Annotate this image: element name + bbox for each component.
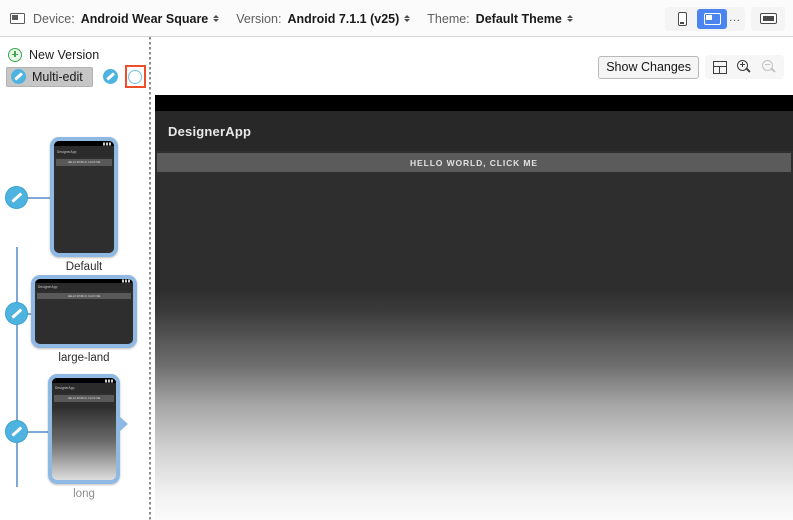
- thumb-hello-button: HELLO WORLD, CLICK ME: [37, 293, 131, 299]
- version-label: Version:: [236, 12, 281, 26]
- version-thumb-long[interactable]: DesignerApp HELLO WORLD, CLICK ME long: [48, 374, 120, 500]
- view-mode-overflow-button[interactable]: …: [727, 11, 743, 26]
- status-icons: [122, 280, 130, 283]
- thumb-hello-button-label: HELLO WORLD, CLICK ME: [68, 295, 101, 298]
- version-edit-badge[interactable]: [5, 302, 28, 325]
- thumb-app-bar: DesignerApp: [54, 146, 114, 157]
- theme-value: Default Theme: [476, 12, 562, 26]
- pencil-icon[interactable]: [103, 69, 118, 84]
- view-mode-split-button[interactable]: [697, 9, 727, 29]
- thumb-status-bar: [52, 378, 116, 383]
- preview-panel: Show Changes Desig: [152, 37, 793, 520]
- top-toolbar: Device: Android Wear Square Version: And…: [0, 0, 793, 37]
- view-mode-wide-segment: [751, 7, 785, 31]
- thumb-app-title: DesignerApp: [55, 386, 75, 390]
- preview-status-bar: [155, 95, 793, 111]
- thumb-hello-button-label: HELLO WORLD, CLICK ME: [68, 161, 101, 164]
- thumb-app-title: DesignerApp: [38, 285, 58, 289]
- version-thumb-default[interactable]: DesignerApp HELLO WORLD, CLICK ME Defaul…: [50, 137, 118, 273]
- version-thumb-large-land[interactable]: DesignerApp HELLO WORLD, CLICK ME large-…: [31, 275, 137, 364]
- view-mode-phone-button[interactable]: [667, 9, 697, 29]
- zoom-in-icon: [737, 60, 752, 75]
- version-tree: DesignerApp HELLO WORLD, CLICK ME Defaul…: [0, 95, 148, 520]
- chevron-updown-icon[interactable]: [567, 15, 573, 23]
- fit-to-window-icon: [713, 61, 727, 74]
- versions-panel: New Version Multi-edit: [0, 37, 148, 520]
- version-edit-badge[interactable]: [5, 420, 28, 443]
- thumb-app-bar: DesignerApp: [52, 383, 116, 393]
- version-edit-badge[interactable]: [5, 186, 28, 209]
- plus-circle-icon: [8, 48, 22, 62]
- thumb-hello-button-label: HELLO WORLD, CLICK ME: [68, 397, 101, 400]
- theme-combo[interactable]: Theme: Default Theme: [427, 12, 573, 26]
- chevron-updown-icon[interactable]: [213, 15, 219, 23]
- thumb-body: [52, 404, 116, 480]
- thumb-app-bar: DesignerApp: [35, 283, 133, 291]
- status-icons: [105, 379, 113, 382]
- thumb-body: [54, 168, 114, 253]
- version-thumb-label: long: [48, 488, 120, 500]
- version-thumb-frame: DesignerApp HELLO WORLD, CLICK ME: [31, 275, 137, 348]
- thumb-hello-button: HELLO WORLD, CLICK ME: [56, 159, 112, 166]
- tree-trunk-line: [16, 247, 18, 487]
- version-value: Android 7.1.1 (v25): [287, 12, 399, 26]
- pencil-icon: [11, 69, 26, 84]
- designer-window: Device: Android Wear Square Version: And…: [0, 0, 793, 520]
- selected-version-arrow: [119, 416, 128, 432]
- version-combo[interactable]: Version: Android 7.1.1 (v25): [236, 12, 410, 26]
- split-view-icon: [704, 13, 721, 25]
- preview-toolbar: Show Changes: [598, 55, 784, 79]
- zoom-out-button[interactable]: [758, 57, 781, 77]
- chevron-updown-icon[interactable]: [404, 15, 410, 23]
- multi-edit-label: Multi-edit: [32, 70, 83, 84]
- show-changes-button[interactable]: Show Changes: [598, 56, 699, 79]
- preview-app-title: DesignerApp: [168, 124, 251, 139]
- version-thumb-frame: DesignerApp HELLO WORLD, CLICK ME: [50, 137, 118, 257]
- wide-view-icon: [760, 13, 777, 24]
- device-preview[interactable]: DesignerApp HELLO WORLD, CLICK ME: [155, 95, 793, 520]
- thumb-status-bar: [35, 279, 133, 283]
- theme-label: Theme:: [427, 12, 469, 26]
- phone-portrait-icon: [678, 12, 687, 26]
- fit-to-window-button[interactable]: [708, 57, 731, 77]
- multi-edit-row: Multi-edit: [6, 66, 146, 87]
- view-mode-segment: …: [665, 7, 745, 31]
- status-icons: [103, 142, 111, 145]
- view-mode-group: …: [665, 7, 785, 31]
- zoom-in-button[interactable]: [733, 57, 756, 77]
- device-label: Device:: [33, 12, 75, 26]
- version-thumb-label: large-land: [31, 352, 137, 364]
- preview-hello-button-label: HELLO WORLD, CLICK ME: [410, 158, 538, 168]
- new-version-button[interactable]: New Version: [8, 45, 99, 64]
- new-version-label: New Version: [29, 48, 99, 62]
- circle-outline-icon: [128, 70, 142, 84]
- zoom-controls: [705, 55, 784, 79]
- thumb-app-title: DesignerApp: [57, 150, 77, 154]
- thumb-hello-button: HELLO WORLD, CLICK ME: [54, 395, 114, 402]
- device-icon: [10, 13, 25, 24]
- multi-edit-button[interactable]: Multi-edit: [6, 67, 93, 87]
- device-combo[interactable]: Device: Android Wear Square: [33, 12, 219, 26]
- zoom-out-icon: [762, 60, 777, 75]
- version-thumb-label: Default: [50, 261, 118, 273]
- highlighted-circle-button[interactable]: [125, 65, 146, 88]
- preview-hello-button[interactable]: HELLO WORLD, CLICK ME: [157, 153, 791, 172]
- preview-app-bar: DesignerApp: [155, 111, 793, 151]
- view-mode-wide-button[interactable]: [753, 9, 783, 29]
- thumb-status-bar: [54, 141, 114, 146]
- device-value: Android Wear Square: [81, 12, 209, 26]
- version-thumb-frame: DesignerApp HELLO WORLD, CLICK ME: [48, 374, 120, 484]
- thumb-body: [35, 301, 133, 344]
